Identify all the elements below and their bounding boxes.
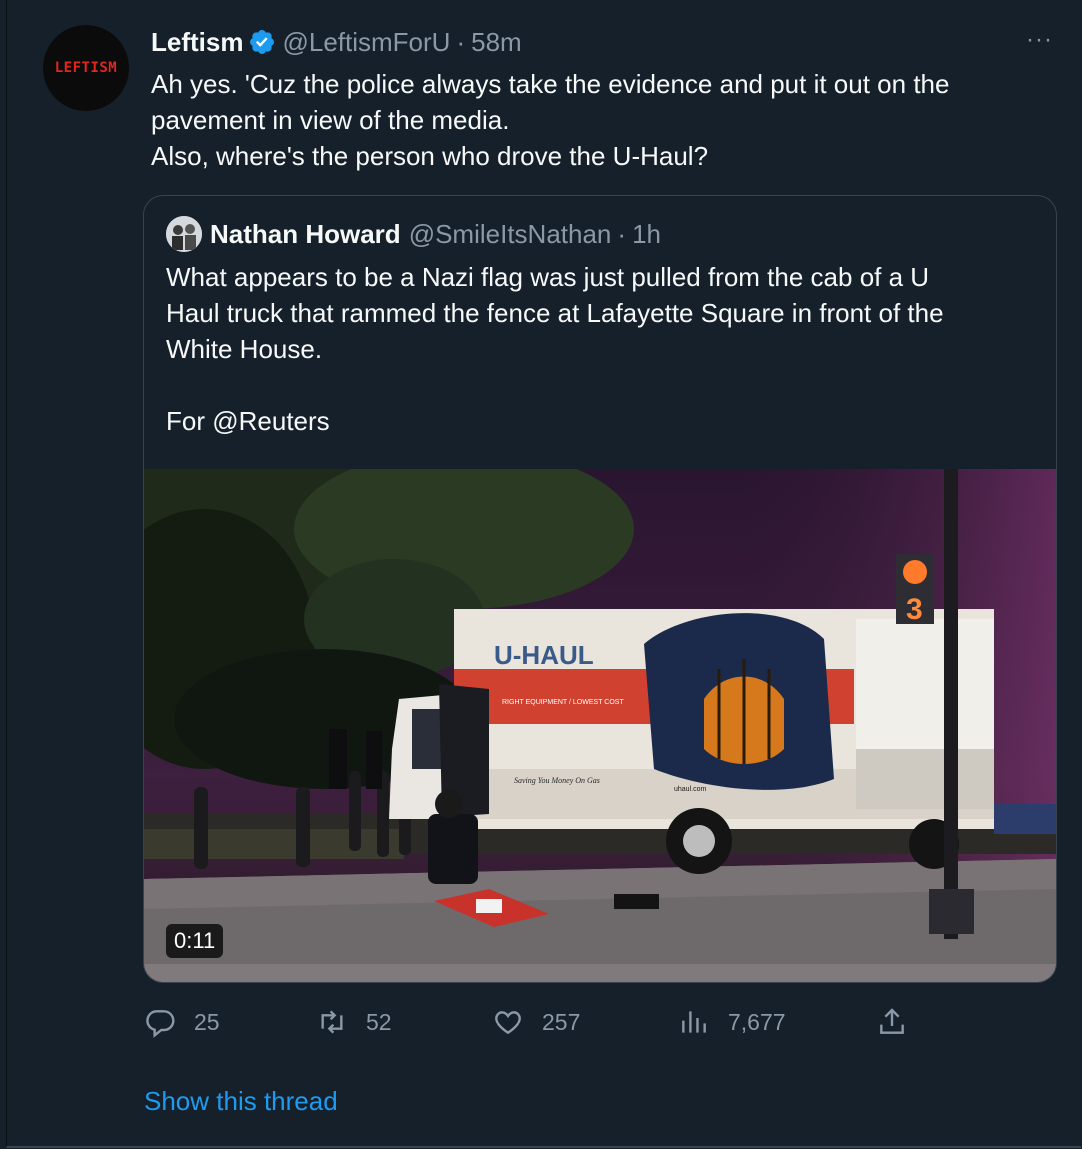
quoted-tweet[interactable]: Nathan Howard @SmileItsNathan · 1h What … <box>143 195 1057 983</box>
show-thread-link[interactable]: Show this thread <box>144 1086 338 1117</box>
quoted-header-separator: · <box>617 218 627 249</box>
quoted-author-handle[interactable]: @SmileItsNathan <box>409 219 612 250</box>
author-handle[interactable]: @LeftismForU <box>282 27 450 58</box>
sign-board <box>994 804 1056 834</box>
tweet-text: Ah yes. 'Cuz the police always take the … <box>151 66 1051 174</box>
tweet-timestamp[interactable]: 58m <box>471 27 522 58</box>
truck-panel-label: NOVA SCOTIA <box>759 644 814 653</box>
tweet-text-line: Also, where's the person who drove the U… <box>151 141 709 171</box>
truck-brand: U-HAUL <box>494 640 594 670</box>
quoted-timestamp[interactable]: 1h <box>632 219 661 250</box>
quoted-text-line: For @Reuters <box>166 406 330 436</box>
verified-badge-icon <box>250 30 275 54</box>
retweet-count: 52 <box>366 1008 392 1035</box>
tweet-actions: 25 52 257 7,677 <box>144 1004 924 1040</box>
truck-tagline: RIGHT EQUIPMENT / LOWEST COST <box>502 699 624 706</box>
share-button[interactable] <box>876 1004 926 1040</box>
truck-side-text: Saving You Money On Gas <box>514 776 600 785</box>
views-icon <box>682 1011 706 1033</box>
views-button[interactable]: 7,677 <box>678 1004 786 1040</box>
quoted-text-line: What appears to be a Nazi flag was just … <box>166 262 930 292</box>
author-avatar[interactable]: LEFTISM <box>43 25 129 111</box>
like-button[interactable]: 257 <box>492 1004 580 1040</box>
tweet-text-line: pavement in view of the media. <box>151 105 510 135</box>
video-player[interactable]: U-HAUL RIGHT EQUIPMENT / LOWEST COST NOV… <box>144 469 1056 982</box>
more-options-icon[interactable]: ··· <box>1026 26 1053 54</box>
quoted-author-avatar[interactable] <box>166 216 202 252</box>
quoted-text-line: White House. <box>166 334 323 364</box>
avatar-photo-icon <box>166 216 202 252</box>
video-frame: U-HAUL RIGHT EQUIPMENT / LOWEST COST NOV… <box>144 469 1056 982</box>
video-duration-badge: 0:11 <box>166 924 224 958</box>
heart-icon <box>495 1011 521 1035</box>
share-icon <box>880 1008 904 1034</box>
author-name[interactable]: Leftism <box>151 27 243 58</box>
views-count: 7,677 <box>728 1008 786 1035</box>
reply-icon <box>146 1010 175 1038</box>
avatar-logo-text: LEFTISM <box>54 60 118 76</box>
reply-button[interactable]: 25 <box>144 1004 220 1040</box>
reply-count: 25 <box>194 1008 220 1035</box>
retweet-button[interactable]: 52 <box>316 1004 392 1040</box>
quoted-text-line: Haul truck that rammed the fence at Lafa… <box>166 298 944 328</box>
header-separator: · <box>456 26 466 57</box>
tweet-header: Leftism @LeftismForU · 58m <box>151 24 522 60</box>
quoted-author-name[interactable]: Nathan Howard <box>210 219 401 250</box>
tweet-text-line: Ah yes. 'Cuz the police always take the … <box>151 69 950 99</box>
quoted-tweet-text: What appears to be a Nazi flag was just … <box>166 259 1036 439</box>
quoted-tweet-header: Nathan Howard @SmileItsNathan · 1h <box>166 216 661 252</box>
quoted-text-line <box>166 367 1036 403</box>
truck-url: uhaul.com <box>674 786 706 793</box>
retweet-icon <box>321 1010 343 1034</box>
signal-countdown: 3 <box>906 593 923 626</box>
like-count: 257 <box>542 1008 581 1035</box>
